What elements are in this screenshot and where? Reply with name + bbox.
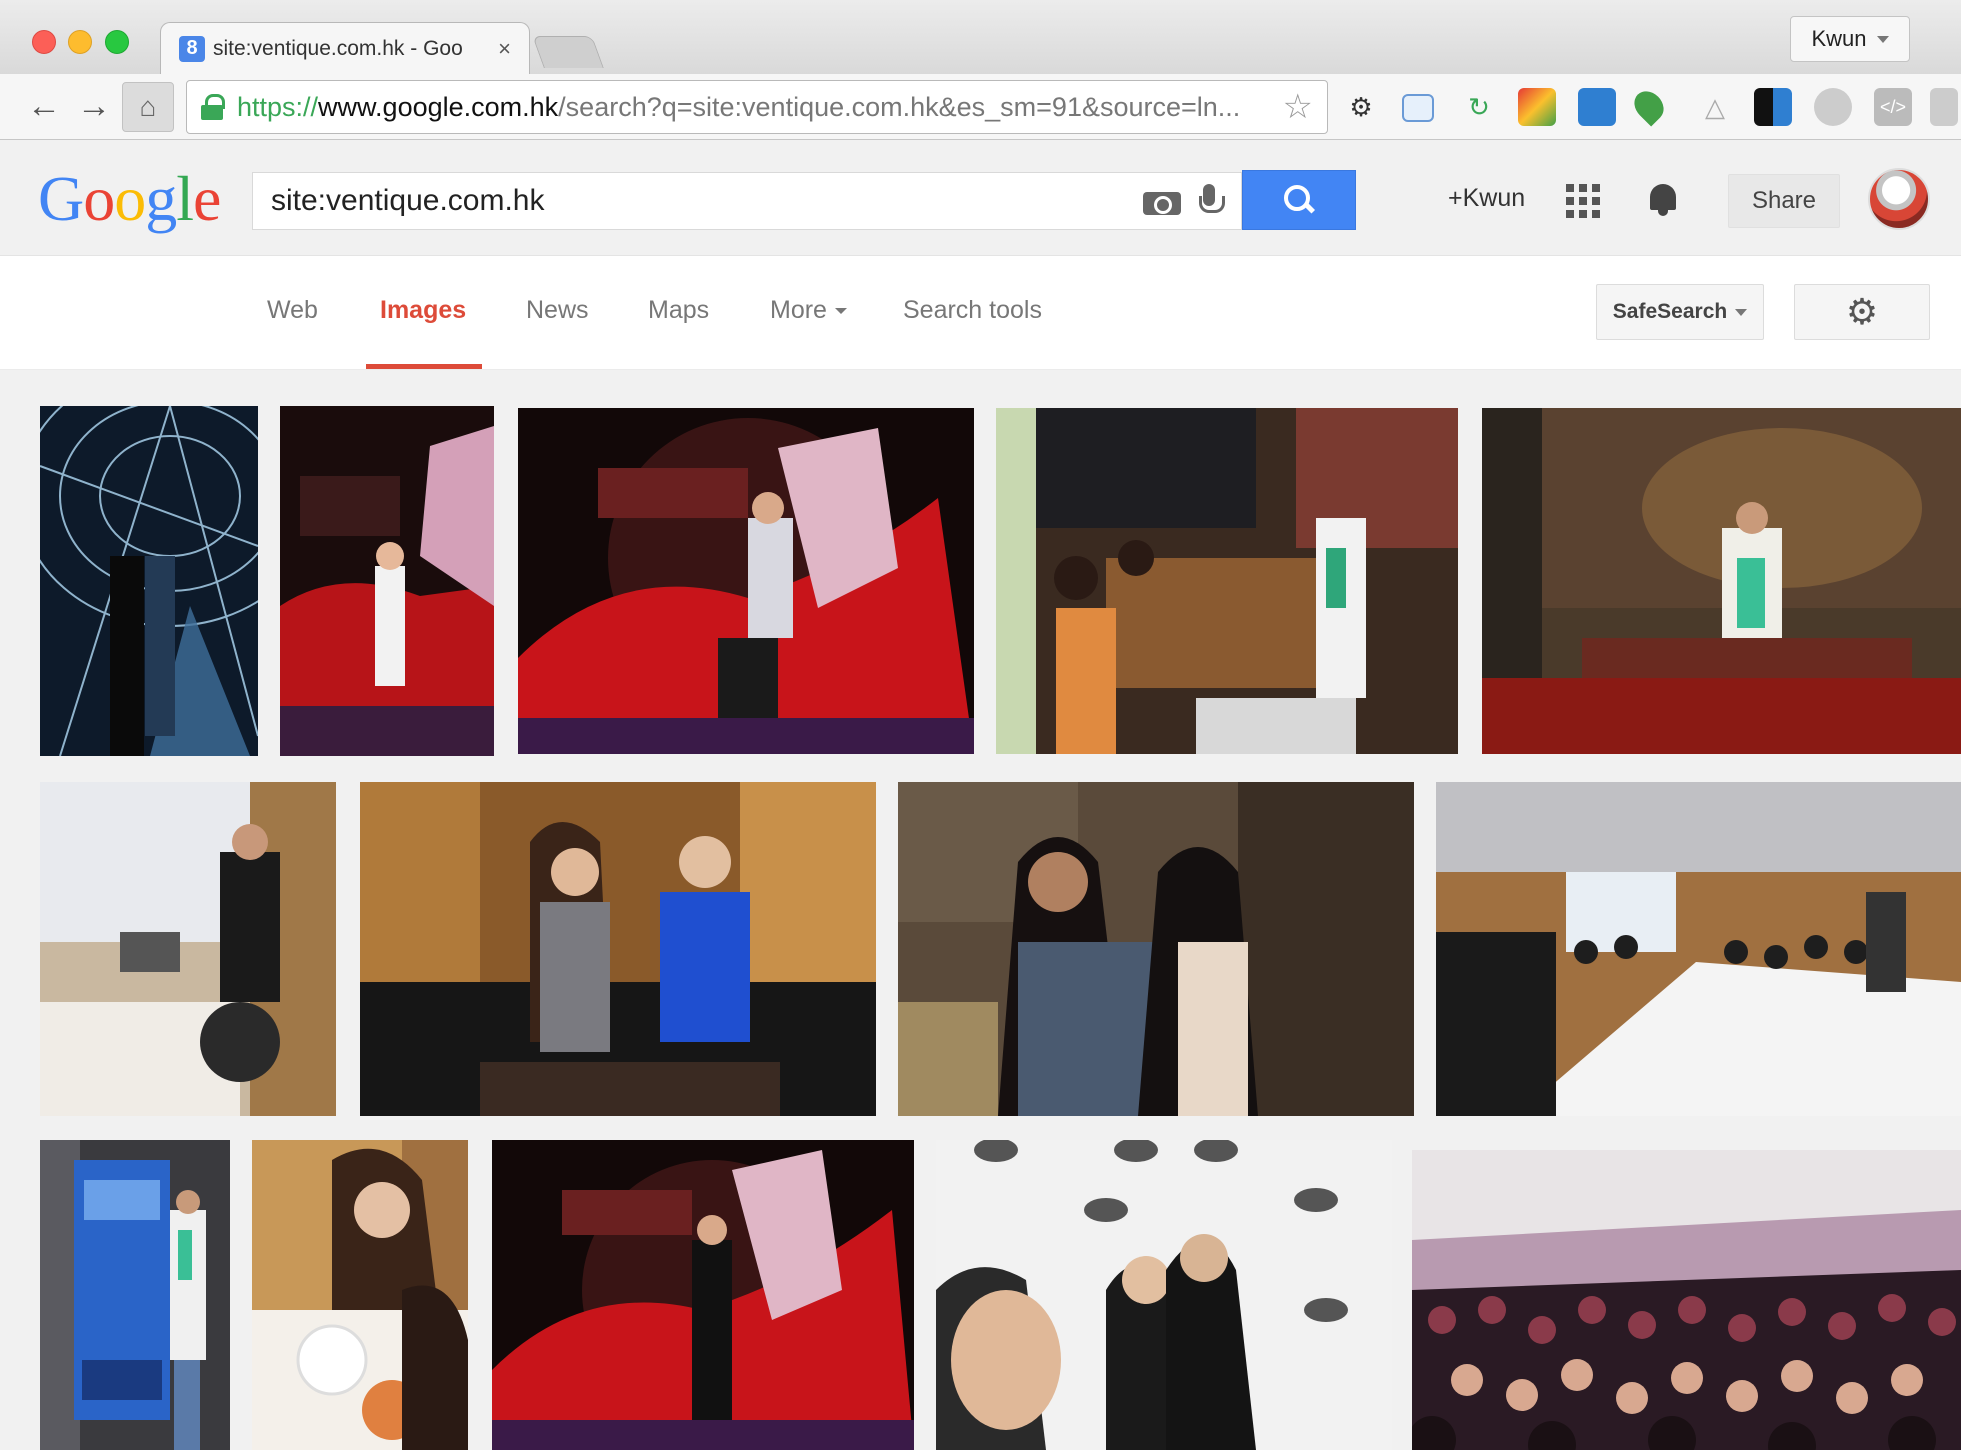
title-bar: 8 site:ventique.com.hk - Goo × Kwun bbox=[0, 0, 1961, 74]
browser-tab[interactable]: 8 site:ventique.com.hk - Goo × bbox=[160, 22, 530, 74]
chevron-down-icon bbox=[1876, 35, 1889, 43]
globe-icon[interactable] bbox=[1814, 88, 1852, 126]
image-results-grid bbox=[0, 370, 1961, 1450]
browser-toolbar: ← → ⌂ https://www.google.com.hk/search?q… bbox=[0, 74, 1961, 140]
google-header: Google +Kwun Share bbox=[0, 140, 1961, 256]
avatar[interactable] bbox=[1868, 168, 1930, 230]
close-window-button[interactable] bbox=[32, 30, 56, 54]
tab-title: site:ventique.com.hk - Goo bbox=[213, 36, 463, 60]
tab-close-icon[interactable]: × bbox=[498, 36, 511, 62]
logo-letter: g bbox=[145, 163, 177, 234]
image-result[interactable] bbox=[518, 408, 974, 754]
url-path: /search?q=site:ventique.com.hk&es_sm=91&… bbox=[558, 91, 1241, 122]
bookmark-star-icon[interactable]: ☆ bbox=[1283, 87, 1313, 127]
image-result[interactable] bbox=[40, 1140, 230, 1450]
new-tab-button[interactable] bbox=[532, 36, 604, 68]
image-result[interactable] bbox=[936, 1140, 1392, 1450]
menu-icon[interactable] bbox=[1930, 88, 1958, 126]
image-result[interactable] bbox=[1412, 1150, 1961, 1450]
google-favicon-icon: 8 bbox=[179, 35, 205, 62]
notifications-bell-icon[interactable] bbox=[1646, 180, 1680, 218]
profile-switcher[interactable]: Kwun bbox=[1790, 16, 1910, 62]
google-logo[interactable]: Google bbox=[38, 162, 221, 236]
search-input[interactable] bbox=[271, 184, 1143, 218]
refresh-green-icon[interactable]: ↻ bbox=[1460, 88, 1498, 126]
tab-search-tools[interactable]: Search tools bbox=[903, 296, 1042, 325]
tab-news[interactable]: News bbox=[526, 296, 589, 325]
logo-letter: e bbox=[193, 163, 221, 234]
back-arrow-icon[interactable]: ← bbox=[24, 86, 64, 126]
apps-grid-icon[interactable] bbox=[1566, 184, 1600, 218]
profile-name: Kwun bbox=[1811, 26, 1867, 51]
tab-more-label: More bbox=[770, 296, 827, 324]
chat-icon[interactable] bbox=[1578, 88, 1616, 126]
logo-letter: o bbox=[83, 163, 115, 234]
gear-icon: ⚙ bbox=[1845, 291, 1879, 332]
settings-button[interactable]: ⚙ bbox=[1794, 284, 1930, 340]
tab-web[interactable]: Web bbox=[267, 296, 318, 325]
image-result[interactable] bbox=[492, 1140, 914, 1450]
microphone-icon[interactable] bbox=[1199, 184, 1225, 218]
url-host: www.google.com.hk bbox=[318, 91, 559, 122]
bell-outline-icon[interactable]: △ bbox=[1696, 88, 1734, 126]
map-pin-icon[interactable] bbox=[1628, 85, 1670, 127]
color-picker-icon[interactable] bbox=[1518, 88, 1556, 126]
search-icon bbox=[1284, 185, 1314, 215]
image-result[interactable] bbox=[1436, 782, 1961, 1116]
qr-icon[interactable] bbox=[1754, 88, 1792, 126]
search-button[interactable] bbox=[1242, 170, 1356, 230]
image-result[interactable] bbox=[360, 782, 876, 1116]
safesearch-button[interactable]: SafeSearch bbox=[1596, 284, 1764, 340]
logo-letter: G bbox=[38, 163, 84, 234]
minimize-window-button[interactable] bbox=[68, 30, 92, 54]
safesearch-label: SafeSearch bbox=[1612, 300, 1728, 323]
lock-icon bbox=[201, 94, 225, 120]
home-icon[interactable]: ⌂ bbox=[122, 82, 174, 132]
url-scheme: https:// bbox=[237, 91, 319, 122]
zoom-window-button[interactable] bbox=[105, 30, 129, 54]
image-result[interactable] bbox=[40, 782, 336, 1116]
chevron-down-icon bbox=[1735, 308, 1748, 316]
chevron-down-icon bbox=[834, 308, 847, 315]
google-plus-user-link[interactable]: +Kwun bbox=[1448, 184, 1525, 213]
image-result[interactable] bbox=[280, 406, 494, 756]
browser-window: 8 site:ventique.com.hk - Goo × Kwun ← → … bbox=[0, 0, 1961, 1450]
code-icon[interactable]: </> bbox=[1874, 88, 1912, 126]
image-result[interactable] bbox=[252, 1140, 468, 1450]
tab-more[interactable]: More bbox=[770, 296, 847, 325]
tab-images[interactable]: Images bbox=[380, 296, 466, 325]
window-icon[interactable] bbox=[1402, 94, 1434, 122]
forward-arrow-icon[interactable]: → bbox=[74, 86, 114, 126]
search-nav: Web Images News Maps More Search tools S… bbox=[0, 256, 1961, 370]
image-result[interactable] bbox=[996, 408, 1458, 754]
camera-icon[interactable] bbox=[1143, 187, 1181, 215]
tab-maps[interactable]: Maps bbox=[648, 296, 709, 325]
search-box bbox=[252, 172, 1242, 230]
image-result[interactable] bbox=[1482, 408, 1961, 754]
logo-letter: l bbox=[176, 163, 194, 234]
logo-letter: o bbox=[114, 163, 146, 234]
share-button[interactable]: Share bbox=[1728, 174, 1840, 228]
url-text[interactable]: https://www.google.com.hk/search?q=site:… bbox=[237, 92, 1273, 123]
active-tab-indicator bbox=[366, 364, 482, 369]
image-result[interactable] bbox=[40, 406, 258, 756]
settings-gear-icon[interactable]: ⚙ bbox=[1342, 88, 1380, 126]
image-result[interactable] bbox=[898, 782, 1414, 1116]
address-bar[interactable]: https://www.google.com.hk/search?q=site:… bbox=[186, 80, 1328, 134]
